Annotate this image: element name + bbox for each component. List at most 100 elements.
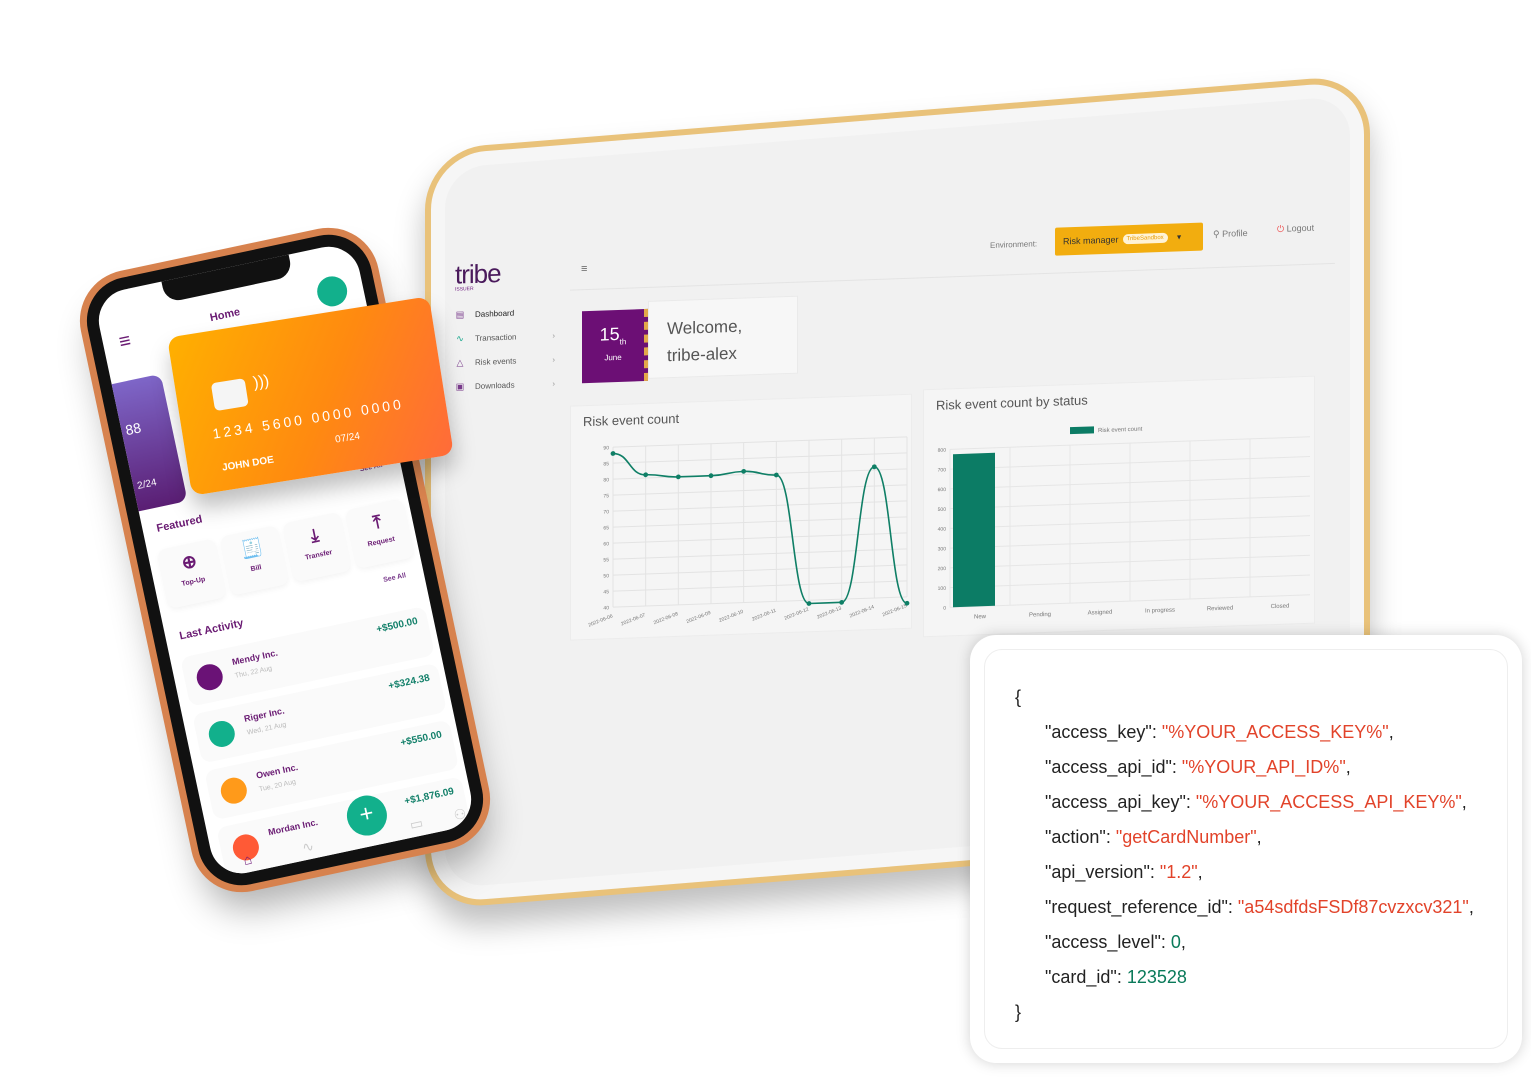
gridline [613, 516, 907, 528]
merchant-avatar [206, 718, 238, 750]
merchant-name: Riger Inc. [243, 705, 286, 724]
activity-amount: +$1,876.09 [403, 786, 455, 808]
json-key: "access_api_id" [1045, 757, 1172, 777]
risk-event-count-card: Risk event count 40 45 50 55 60 65 70 75 80 85 90 20… [570, 393, 912, 641]
profile-link[interactable]: ⚲ Profile [1213, 228, 1248, 240]
series-line [612, 452, 908, 605]
transfer-button[interactable]: ⤓ Transfer [282, 511, 352, 583]
json-value: "%YOUR_ACCESS_KEY%" [1161, 722, 1389, 742]
bill-icon: 🧾 [238, 536, 265, 561]
x-tick-label: 2022-06-07 [620, 612, 646, 627]
y-tick-label: 700 [938, 467, 947, 473]
data-point [839, 599, 845, 605]
json-key: "access_level" [1045, 932, 1161, 952]
json-value: 0 [1170, 932, 1181, 952]
download-icon: ⤓ [308, 524, 321, 546]
sidebar-item-transaction[interactable]: ∿ Transaction › [455, 330, 555, 344]
y-tick-label: 0 [943, 605, 946, 611]
bar [953, 452, 995, 608]
gridline [613, 452, 907, 464]
y-tick-label: 90 [603, 445, 609, 451]
json-value: "%YOUR_ACCESS_API_KEY%" [1195, 792, 1462, 812]
data-point [610, 451, 616, 456]
featured-heading: Featured [155, 513, 204, 535]
tribe-logo: tribe ISSUER [455, 258, 501, 293]
header-divider [570, 262, 1335, 291]
x-tick-label: 2022-06-13 [816, 605, 842, 620]
json-close-brace: } [1015, 1002, 1022, 1022]
risk-status-card: Risk event count by status Risk event cou… [923, 375, 1315, 638]
x-tick-label: Assigned [1088, 610, 1113, 617]
x-tick-label: 2022-06-08 [653, 611, 679, 626]
pulse-icon: ∿ [456, 333, 464, 344]
x-tick-label: 2022-06-12 [784, 606, 810, 621]
merchant-name: Owen Inc. [255, 761, 299, 781]
user-icon: ⚲ [1213, 228, 1223, 240]
json-line: "access_api_key": "%YOUR_ACCESS_API_KEY%… [1045, 792, 1467, 812]
json-line: "card_id": 123528 [1045, 967, 1187, 987]
activity-amount: +$324.38 [387, 672, 431, 693]
y-tick-label: 100 [938, 586, 947, 592]
json-value: 123528 [1126, 967, 1187, 987]
calendar-icon: ▤ [455, 309, 465, 320]
see-all-link[interactable]: See All [383, 572, 407, 584]
y-tick-label: 500 [938, 507, 947, 513]
activity-date: Wed, 21 Aug [246, 721, 287, 737]
json-key: "action" [1045, 827, 1106, 847]
chevron-right-icon: › [552, 331, 555, 341]
logout-link[interactable]: ⏻ Logout [1277, 223, 1314, 235]
y-tick-label: 45 [603, 589, 609, 595]
activity-amount: +$550.00 [399, 729, 443, 749]
gridline [613, 436, 907, 448]
sidebar-item-dashboard[interactable]: ▤ Dashboard [455, 306, 555, 320]
menu-icon[interactable]: ≡ [581, 263, 587, 275]
date-badge: 15th June [582, 308, 648, 384]
y-tick-label: 70 [603, 509, 609, 515]
merchant-avatar [218, 775, 250, 807]
json-open-brace: { [1015, 687, 1022, 707]
environment-select[interactable]: Risk manager TribeSandbox ▼ [1055, 222, 1203, 256]
caret-down-icon: ▼ [1175, 233, 1183, 241]
y-tick-label: 300 [938, 546, 947, 552]
legend-swatch [1070, 426, 1094, 435]
json-value: "1.2" [1159, 862, 1198, 882]
x-tick-label: Closed [1271, 604, 1290, 611]
x-tick-label: New [974, 614, 987, 620]
request-button[interactable]: ⤒ Request [345, 498, 415, 570]
back-card[interactable]: 88 2/24 [92, 373, 188, 516]
json-key: "api_version" [1045, 862, 1150, 882]
json-line: "action": "getCardNumber", [1045, 827, 1262, 847]
chevron-right-icon: › [552, 379, 555, 389]
x-tick-label: 2022-06-14 [849, 604, 875, 619]
menu-icon[interactable]: ≡ [117, 330, 133, 355]
bill-button[interactable]: 🧾 Bill [219, 524, 290, 596]
power-icon: ⏻ [1277, 223, 1287, 234]
x-tick-label: 2022-06-06 [588, 613, 614, 628]
y-tick-label: 85 [603, 461, 609, 467]
y-tick-label: 50 [603, 573, 609, 579]
card-holder: JOHN DOE [221, 454, 275, 474]
activity-date: Tue, 20 Aug [258, 778, 297, 794]
avatar[interactable] [314, 273, 350, 310]
json-line: "request_reference_id": "a54sdfdsFSDf87c… [1045, 897, 1474, 917]
sidebar-item-risk-events[interactable]: △ Risk events › [455, 354, 555, 368]
json-value: "%YOUR_API_ID%" [1181, 757, 1346, 777]
warning-icon: △ [456, 357, 464, 368]
card-expiry: 07/24 [334, 430, 361, 446]
x-tick-label: Reviewed [1207, 605, 1233, 612]
y-tick-label: 80 [603, 477, 609, 483]
gridline [613, 532, 907, 544]
phone-notch [161, 252, 294, 304]
upload-icon: ⤒ [371, 511, 384, 533]
gridline [613, 564, 907, 576]
chip-icon [210, 378, 249, 412]
topup-button[interactable]: ⊕ Top-Up [157, 538, 227, 610]
environment-label: Environment: [990, 239, 1038, 250]
save-icon: ▣ [455, 381, 465, 392]
y-tick-label: 65 [603, 525, 609, 531]
sidebar-item-downloads[interactable]: ▣ Downloads › [455, 378, 555, 392]
y-tick-label: 600 [938, 487, 947, 493]
x-tick-label: In progress [1145, 608, 1175, 615]
data-point [806, 601, 812, 606]
json-key: "access_key" [1045, 722, 1152, 742]
